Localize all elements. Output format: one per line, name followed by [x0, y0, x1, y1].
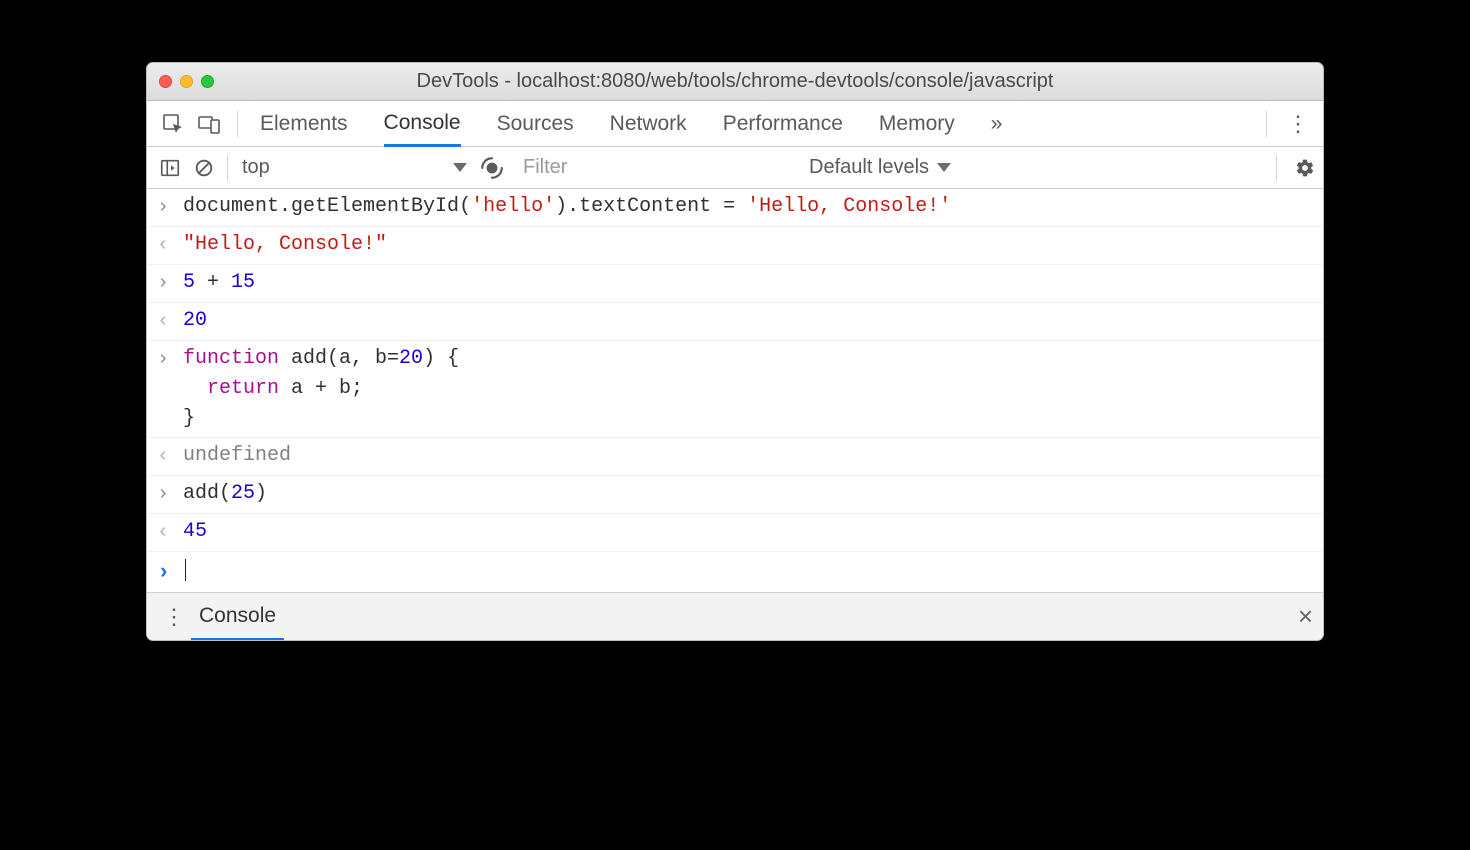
console-line-content: 20: [183, 306, 1313, 336]
tab-label: Network: [610, 112, 687, 136]
prompt-marker-icon: [157, 555, 183, 589]
input-marker-icon: [157, 268, 183, 299]
tab-label: Performance: [723, 112, 843, 136]
main-menu-button[interactable]: ⋮: [1281, 111, 1315, 137]
console-input-row: document.getElementById('hello').textCon…: [147, 189, 1323, 227]
window-controls: [159, 75, 214, 88]
tab-label: Sources: [497, 112, 574, 136]
console-line-content: 45: [183, 517, 1313, 547]
live-expression-icon[interactable]: [479, 155, 505, 181]
chevron-down-icon: [937, 163, 951, 172]
tab-sources[interactable]: Sources: [497, 101, 574, 146]
context-label: top: [242, 156, 270, 179]
console-output-row: "Hello, Console!": [147, 227, 1323, 265]
console-input-row: function add(a, b=20) { return a + b; }: [147, 341, 1323, 438]
close-window-button[interactable]: [159, 75, 172, 88]
tab-label: Memory: [879, 112, 955, 136]
console-output-row: 45: [147, 514, 1323, 552]
drawer: ⋮ Console ×: [147, 592, 1323, 640]
console-line-content: undefined: [183, 441, 1313, 471]
input-marker-icon: [157, 344, 183, 375]
console-settings-icon[interactable]: [1295, 158, 1315, 178]
input-marker-icon: [157, 192, 183, 223]
separator: [1276, 155, 1277, 181]
chevron-down-icon: [453, 163, 467, 172]
console-sidebar-toggle-icon[interactable]: [159, 157, 181, 179]
console-toolbar: top Default levels: [147, 147, 1323, 189]
console-prompt-input[interactable]: [183, 555, 1313, 585]
minimize-window-button[interactable]: [180, 75, 193, 88]
output-marker-icon: [157, 441, 183, 472]
drawer-tab-label: Console: [199, 604, 276, 628]
output-marker-icon: [157, 306, 183, 337]
inspect-element-icon[interactable]: [159, 110, 187, 138]
panel-tabs: Elements Console Sources Network Perform…: [260, 101, 1002, 146]
tab-network[interactable]: Network: [610, 101, 687, 146]
overflow-glyph: »: [991, 112, 1003, 136]
execution-context-selector[interactable]: top: [227, 155, 467, 181]
titlebar: DevTools - localhost:8080/web/tools/chro…: [147, 63, 1323, 101]
devtools-window: DevTools - localhost:8080/web/tools/chro…: [146, 62, 1324, 641]
close-drawer-icon[interactable]: ×: [1298, 601, 1313, 632]
console-line-content: document.getElementById('hello').textCon…: [183, 192, 1313, 222]
input-marker-icon: [157, 479, 183, 510]
output-marker-icon: [157, 230, 183, 261]
panel-tabbar: Elements Console Sources Network Perform…: [147, 101, 1323, 147]
console-output-row: undefined: [147, 438, 1323, 476]
drawer-menu-button[interactable]: ⋮: [157, 604, 191, 630]
console-line-content: add(25): [183, 479, 1313, 509]
console-input-row: 5 + 15: [147, 265, 1323, 303]
tabs-overflow-button[interactable]: »: [991, 101, 1003, 146]
device-toolbar-icon[interactable]: [195, 110, 223, 138]
tab-label: Console: [384, 111, 461, 135]
tab-console[interactable]: Console: [384, 102, 461, 147]
console-input-row: add(25): [147, 476, 1323, 514]
console-log-area[interactable]: document.getElementById('hello').textCon…: [147, 189, 1323, 592]
console-prompt-row[interactable]: [147, 552, 1323, 592]
console-line-content: function add(a, b=20) { return a + b; }: [183, 344, 1313, 434]
console-output-row: 20: [147, 303, 1323, 341]
text-cursor: [185, 559, 186, 581]
tab-memory[interactable]: Memory: [879, 101, 955, 146]
zoom-window-button[interactable]: [201, 75, 214, 88]
drawer-tab-console[interactable]: Console: [191, 594, 284, 641]
tab-performance[interactable]: Performance: [723, 101, 843, 146]
window-title: DevTools - localhost:8080/web/tools/chro…: [147, 70, 1323, 93]
console-line-content: 5 + 15: [183, 268, 1313, 298]
filter-input[interactable]: [517, 154, 797, 182]
tab-elements[interactable]: Elements: [260, 101, 348, 146]
levels-label: Default levels: [809, 156, 929, 179]
console-line-content: "Hello, Console!": [183, 230, 1313, 260]
clear-console-icon[interactable]: [193, 157, 215, 179]
output-marker-icon: [157, 517, 183, 548]
tab-label: Elements: [260, 112, 348, 136]
log-levels-selector[interactable]: Default levels: [809, 156, 951, 179]
separator: [1266, 111, 1267, 137]
separator: [237, 111, 238, 137]
